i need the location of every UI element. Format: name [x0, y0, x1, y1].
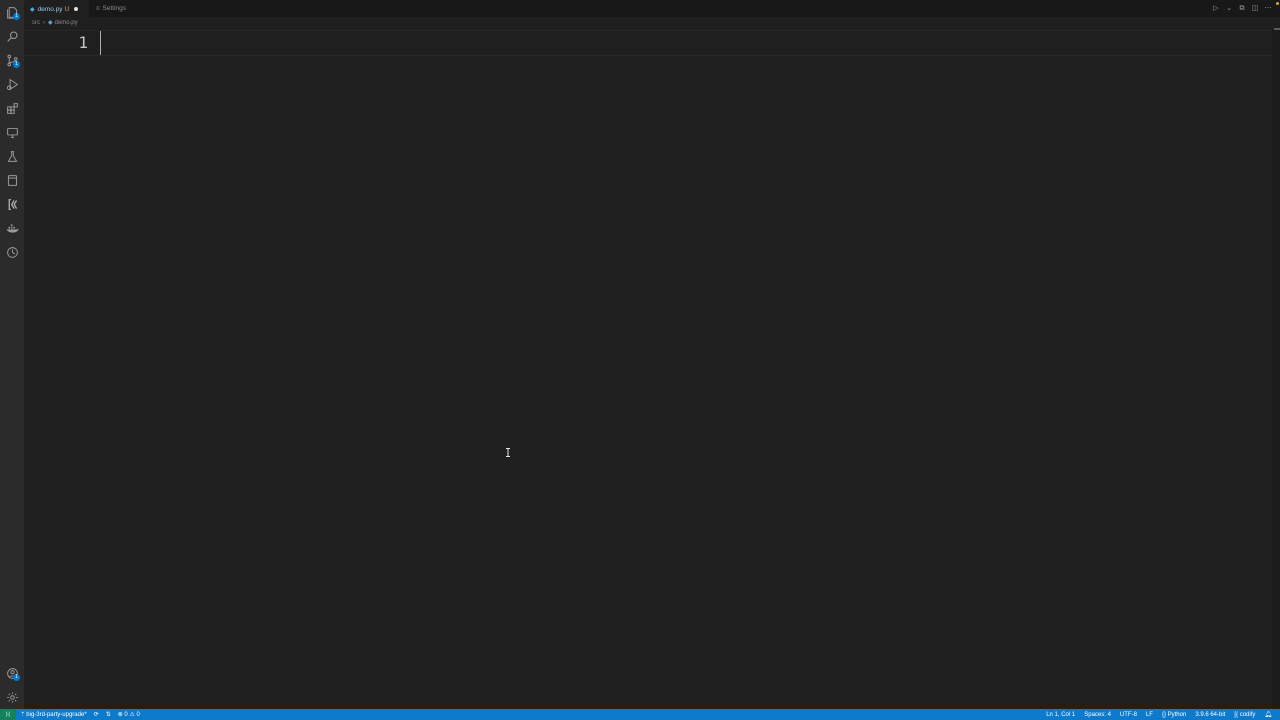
activity-bar: 1 1 1 [0, 0, 24, 709]
notebook-icon[interactable] [0, 169, 24, 191]
breadcrumb-file[interactable]: demo.py [55, 20, 78, 26]
explorer-icon[interactable]: 1 [0, 1, 24, 23]
chevron-down-icon[interactable]: ⌄ [1225, 5, 1233, 13]
interpreter[interactable]: 3.9.6 64-bit [1195, 712, 1225, 718]
split-editor-icon[interactable]: ◫ [1251, 5, 1259, 13]
language-label: Python [1167, 711, 1187, 718]
untracked-status: U [64, 5, 70, 13]
notification-dot-icon [1276, 2, 1279, 5]
error-icon: ⊗ [117, 712, 123, 718]
settings-file-icon: ≡ [96, 5, 100, 12]
error-count: 0 [124, 712, 128, 718]
warning-count: 0 [136, 712, 140, 718]
text-cursor [100, 31, 101, 55]
explorer-badge: 1 [13, 13, 20, 20]
extensions-icon[interactable] [0, 97, 24, 119]
publish-icon[interactable]: ⇅ [106, 711, 111, 718]
tab-demo-py[interactable]: ◆ demo.py U [24, 0, 89, 17]
remote-explorer-icon[interactable] [0, 121, 24, 143]
indentation[interactable]: Spaces: 4 [1084, 712, 1111, 718]
accounts-icon[interactable]: 1 [0, 662, 24, 684]
branch-icon: ᛘ [21, 711, 25, 718]
editor-actions: ▷ ⌄ ⧉ ◫ ⋯ [1212, 0, 1272, 17]
line-number: 1 [78, 33, 88, 52]
encoding[interactable]: UTF-8 [1120, 712, 1137, 718]
branch-item[interactable]: ᛘ big-3rd-party-upgrade* [21, 712, 87, 718]
breadcrumb-folder[interactable]: src [32, 20, 40, 26]
testing-icon[interactable] [0, 145, 24, 167]
codify-item[interactable]: [{ codify [1234, 712, 1255, 718]
cursor-position[interactable]: Ln 1, Col 1 [1046, 712, 1075, 718]
branch-name: big-3rd-party-upgrade* [26, 711, 87, 718]
bell-icon[interactable]: 🔔︎ [1264, 711, 1272, 718]
mouse-ibeam-icon [506, 448, 510, 457]
run-icon[interactable]: ▷ [1212, 5, 1220, 13]
end-of-line[interactable]: LF [1146, 712, 1153, 718]
docker-icon[interactable] [0, 217, 24, 239]
tab-label: Settings [102, 5, 127, 12]
timeline-icon[interactable] [0, 241, 24, 263]
problems-item[interactable]: ⊗ 0 ⚠ 0 [118, 711, 140, 718]
python-file-icon: ◆ [48, 20, 53, 26]
accounts-badge: 1 [13, 674, 20, 681]
python-file-icon: ◆ [30, 6, 35, 13]
remote-indicator-icon[interactable]: ⟩⟨ [0, 709, 16, 720]
scrollbar-cursor-marker [1274, 28, 1280, 30]
vertical-scrollbar[interactable] [1272, 28, 1280, 709]
open-changes-icon[interactable]: ⧉ [1238, 5, 1246, 13]
settings-gear-icon[interactable] [0, 686, 24, 708]
warning-icon: ⚠ [129, 712, 135, 718]
braces-icon: {} [1161, 711, 1166, 718]
tab-bar: ◆ demo.py U ≡ Settings ▷ ⌄ ⧉ ◫ ⋯ [24, 0, 1280, 17]
current-line-highlight [24, 30, 1280, 56]
codify-label: codify [1239, 711, 1256, 718]
tab-settings[interactable]: ≡ Settings [90, 0, 142, 17]
status-bar: ⟩⟨ ᛘ big-3rd-party-upgrade* ⟳ ⇅ ⊗ 0 ⚠ 0 … [0, 709, 1280, 720]
unsaved-dot-icon[interactable] [74, 7, 79, 11]
breadcrumb: src › ◆ demo.py [24, 17, 1280, 28]
editor-area[interactable]: 1 [24, 28, 1280, 709]
run-debug-icon[interactable] [0, 73, 24, 95]
codify-icon: [{ [1234, 711, 1239, 718]
chevron-right-icon: › [43, 19, 45, 26]
more-actions-icon[interactable]: ⋯ [1264, 5, 1272, 13]
language-mode[interactable]: {} Python [1162, 712, 1186, 718]
source-control-badge: 1 [13, 61, 20, 68]
source-control-icon[interactable]: 1 [0, 49, 24, 71]
codify-icon[interactable] [0, 193, 24, 215]
tab-label: demo.py [37, 5, 63, 13]
sync-icon[interactable]: ⟳ [94, 711, 99, 718]
search-icon[interactable] [0, 25, 24, 47]
